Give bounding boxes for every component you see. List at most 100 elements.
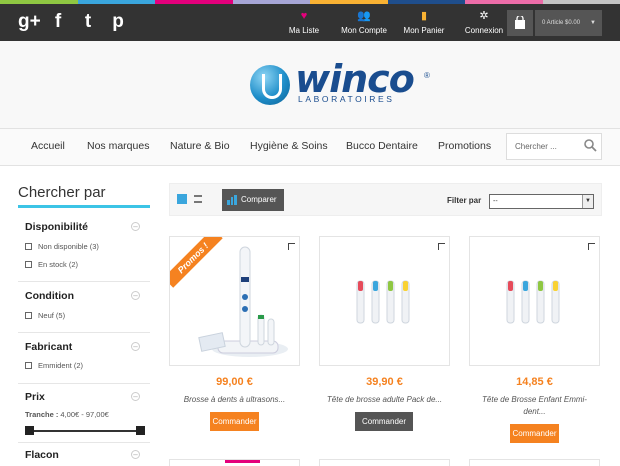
chevron-down-icon: ▼ [582, 195, 593, 208]
account-link[interactable]: 👥 Mon Compte [336, 9, 392, 35]
product-toolbar: Comparer Filter par -- ▼ [169, 183, 602, 216]
product-card[interactable] [469, 236, 600, 366]
promo-ribbon [225, 460, 260, 463]
divider [18, 281, 150, 282]
product-image-toothbrush [198, 246, 288, 357]
cart-icon[interactable] [507, 10, 533, 36]
nav-item-accueil[interactable]: Accueil [31, 140, 65, 152]
search-icon[interactable] [584, 139, 597, 152]
logo-header: winco ® [0, 41, 620, 129]
wishlist-link[interactable]: ♥ Ma Liste [276, 9, 332, 35]
account-label: Mon Compte [341, 26, 387, 35]
login-link[interactable]: ✲ Connexion [456, 9, 512, 35]
brush-bristles [388, 281, 393, 291]
search-input[interactable]: Chercher ... [506, 133, 602, 160]
brush-bristles [403, 281, 408, 291]
collapse-icon[interactable]: – [131, 450, 140, 459]
heart-icon: ♥ [300, 10, 308, 22]
cart-label: 0 Article $0.00 [542, 20, 581, 26]
price-slider[interactable] [25, 426, 145, 435]
checkbox[interactable] [25, 243, 32, 250]
pinterest-icon[interactable]: p [108, 10, 128, 34]
top-bar: g+ f t p ♥ Ma Liste 👥 Mon Compte ▮ Mon P… [0, 4, 620, 41]
filter-option[interactable]: Non disponible (3) [25, 242, 99, 251]
checkbox[interactable] [25, 362, 32, 369]
price-range-text: Tranche : 4,00€ - 97,00€ [25, 410, 109, 419]
basket-label: Mon Panier [403, 26, 445, 35]
product-price: 14,85 € [516, 376, 553, 388]
sidebar-title-underline [18, 205, 150, 208]
divider [18, 442, 150, 443]
grid-view-icon[interactable] [177, 194, 187, 204]
product-image-brush-heads [356, 280, 410, 324]
divider [18, 332, 150, 333]
nav-item-nature-bio[interactable]: Nature & Bio [170, 140, 230, 152]
compare-label: Comparer [241, 195, 277, 204]
order-button[interactable]: Commander [210, 412, 259, 431]
filter-select-value: -- [493, 198, 498, 205]
bag-icon: ▮ [420, 10, 428, 22]
filter-option-label: Emmident (2) [38, 361, 84, 370]
chevron-down-icon: ▼ [590, 20, 596, 26]
filter-disponibilite: Disponibilité [25, 221, 88, 233]
list-view-icon[interactable] [194, 195, 202, 203]
price-range-label: Tranche : [25, 410, 59, 419]
slider-handle-max[interactable] [136, 426, 145, 435]
slider-handle-min[interactable] [25, 426, 34, 435]
facebook-icon[interactable]: f [48, 10, 68, 34]
brush-bristles [523, 281, 528, 291]
filter-prix: Prix [25, 391, 45, 403]
basket-link[interactable]: ▮ Mon Panier [396, 9, 452, 35]
filter-option[interactable]: Emmident (2) [25, 361, 83, 370]
checkbox[interactable] [25, 312, 32, 319]
filter-option[interactable]: Neuf (5) [25, 311, 65, 320]
divider [18, 383, 150, 384]
collapse-icon[interactable]: – [131, 222, 140, 231]
product-name[interactable]: Tête de brosse adulte Pack de... [319, 394, 450, 406]
nav-item-bucco[interactable]: Bucco Dentaire [346, 140, 418, 152]
filter-by-label: Filter par [447, 196, 482, 205]
twitter-icon[interactable]: t [78, 10, 98, 34]
order-button[interactable]: Commander [510, 424, 559, 443]
logo-wordmark[interactable]: winco [295, 59, 415, 99]
collapse-icon[interactable]: – [131, 291, 140, 300]
product-card[interactable] [319, 459, 450, 466]
sidebar-title: Chercher par [18, 184, 106, 201]
product-card[interactable]: Promos ! [169, 236, 300, 366]
product-price: 99,00 € [216, 376, 253, 388]
brush-bristles [553, 281, 558, 291]
logo-globe-icon [250, 65, 290, 105]
product-card[interactable] [469, 459, 600, 466]
nav-item-marques[interactable]: Nos marques [87, 140, 149, 152]
price-range-value: 4,00€ - 97,00€ [58, 410, 109, 419]
gear-icon: ✲ [479, 10, 489, 22]
brush-bristles [538, 281, 543, 291]
users-icon: 👥 [357, 10, 371, 22]
brush-bristles [358, 281, 363, 291]
collapse-icon[interactable]: – [131, 392, 140, 401]
filter-option-label: En stock (2) [38, 260, 79, 269]
product-name[interactable]: Brosse à dents à ultrasons... [169, 394, 300, 406]
filter-flacon: Flacon [25, 449, 59, 461]
main-nav: Accueil Nos marques Nature & Bio Hygiène… [0, 129, 620, 166]
search-placeholder: Chercher ... [515, 142, 557, 151]
cart-summary[interactable]: 0 Article $0.00 ▼ [535, 10, 602, 36]
google-plus-icon[interactable]: g+ [18, 10, 41, 34]
collapse-icon[interactable]: – [131, 342, 140, 351]
order-button[interactable]: Commander [355, 412, 413, 431]
brush-bristles [373, 281, 378, 291]
login-label: Connexion [464, 26, 504, 35]
compare-button[interactable]: Comparer [222, 189, 284, 211]
filter-select[interactable]: -- ▼ [489, 194, 594, 209]
wishlist-label: Ma Liste [288, 26, 320, 35]
checkbox[interactable] [25, 261, 32, 268]
account-links: ♥ Ma Liste 👥 Mon Compte ▮ Mon Panier ✲ C… [276, 9, 516, 35]
nav-item-promotions[interactable]: Promotions [438, 140, 491, 152]
social-links: g+ f t p [18, 10, 128, 34]
product-name[interactable]: Tête de Brosse Enfant Emmi-dent... [469, 394, 600, 418]
nav-item-hygiene[interactable]: Hygiène & Soins [250, 140, 328, 152]
product-card[interactable] [169, 459, 300, 466]
filter-option-label: Non disponible (3) [38, 242, 99, 251]
filter-option[interactable]: En stock (2) [25, 260, 78, 269]
product-card[interactable] [319, 236, 450, 366]
